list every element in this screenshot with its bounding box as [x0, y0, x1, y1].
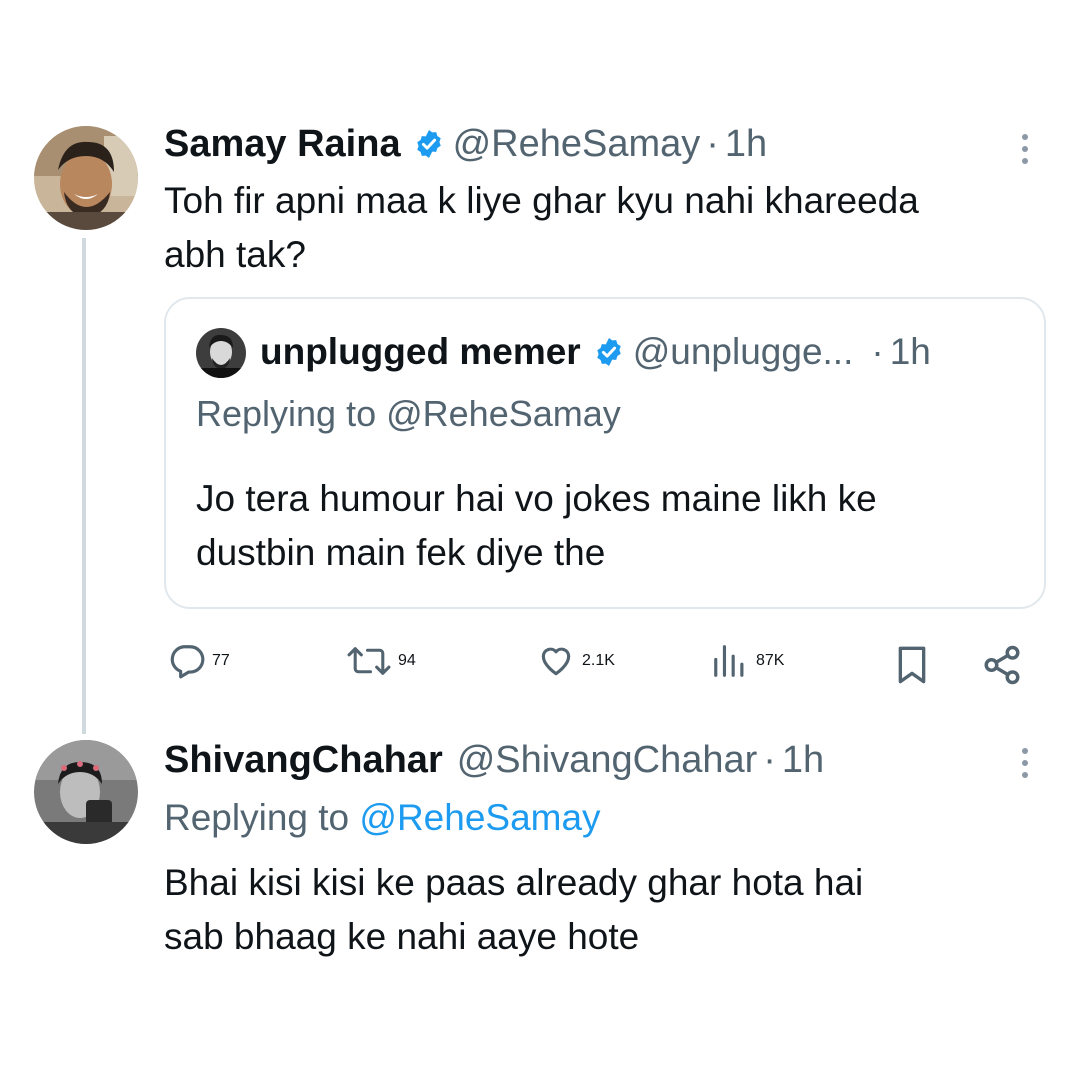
- tweet-header: Samay Raina @ReheSamay · 1h: [164, 122, 767, 166]
- quoted-replying-to: Replying to @ReheSamay: [196, 393, 621, 434]
- retweet-button[interactable]: 94: [346, 642, 416, 680]
- avatar-shivang-chahar[interactable]: [34, 740, 138, 844]
- thread-connector-line: [82, 238, 86, 734]
- replying-to-mention[interactable]: @ReheSamay: [359, 797, 600, 838]
- reply-button[interactable]: 77: [168, 642, 230, 680]
- reply-text-line-1: Bhai kisi kisi ke paas already ghar hota…: [164, 862, 864, 903]
- verified-badge-icon: [413, 128, 445, 160]
- quoted-author-handle[interactable]: @unplugge...: [633, 330, 854, 374]
- retweet-icon: [347, 647, 391, 675]
- tweet-text-line-1: Toh fir apni maa k liye ghar kyu nahi kh…: [164, 180, 919, 221]
- like-button[interactable]: 2.1K: [536, 642, 615, 680]
- reply-header: ShivangChahar @ShivangChahar · 1h: [164, 738, 824, 782]
- bookmark-icon[interactable]: [892, 644, 932, 691]
- reply-body: Bhai kisi kisi ke paas already ghar hota…: [164, 856, 1064, 964]
- avatar-unplugged-memer[interactable]: [196, 328, 246, 378]
- tweet-body: Toh fir apni maa k liye ghar kyu nahi kh…: [164, 174, 1064, 282]
- reply-replying-to: Replying to @ReheSamay: [164, 796, 601, 840]
- tweet-text-line-2: abh tak?: [164, 234, 306, 275]
- retweet-count: 94: [398, 652, 416, 669]
- verified-badge-icon: [593, 336, 625, 368]
- quoted-tweet-header: unplugged memer @unplugge... · 1h: [260, 330, 931, 374]
- tweet-time[interactable]: 1h: [725, 122, 767, 166]
- views-count: 87K: [756, 652, 785, 669]
- reply-author-handle[interactable]: @ShivangChahar: [457, 738, 758, 782]
- quoted-tweet-body: Jo tera humour hai vo jokes maine likh k…: [196, 472, 1036, 580]
- author-name[interactable]: Samay Raina: [164, 122, 401, 166]
- views-button[interactable]: 87K: [710, 642, 784, 680]
- quoted-author-name[interactable]: unplugged memer: [260, 330, 581, 374]
- separator-dot: ·: [871, 331, 884, 372]
- separator-dot: ·: [763, 739, 776, 781]
- quoted-tweet-time[interactable]: 1h: [890, 330, 931, 374]
- more-vertical-icon[interactable]: [1022, 134, 1030, 164]
- reply-time[interactable]: 1h: [782, 738, 824, 782]
- quoted-text-line-2: dustbin main fek diye the: [196, 532, 606, 573]
- separator-dot: ·: [706, 123, 719, 165]
- speech-bubble-icon: [170, 645, 205, 679]
- share-icon[interactable]: [980, 644, 1024, 691]
- reply-count: 77: [212, 652, 230, 669]
- avatar-samay-raina[interactable]: [34, 126, 138, 230]
- bar-chart-icon: [714, 645, 744, 677]
- more-vertical-icon[interactable]: [1022, 748, 1030, 778]
- author-handle[interactable]: @ReheSamay: [453, 122, 701, 166]
- replying-to-label: Replying to: [164, 797, 350, 838]
- quoted-text-line-1: Jo tera humour hai vo jokes maine likh k…: [196, 478, 877, 519]
- reply-author-name[interactable]: ShivangChahar: [164, 738, 443, 782]
- reply-text-line-2: sab bhaag ke nahi aaye hote: [164, 916, 640, 957]
- like-count: 2.1K: [582, 652, 615, 669]
- heart-icon: [541, 647, 571, 676]
